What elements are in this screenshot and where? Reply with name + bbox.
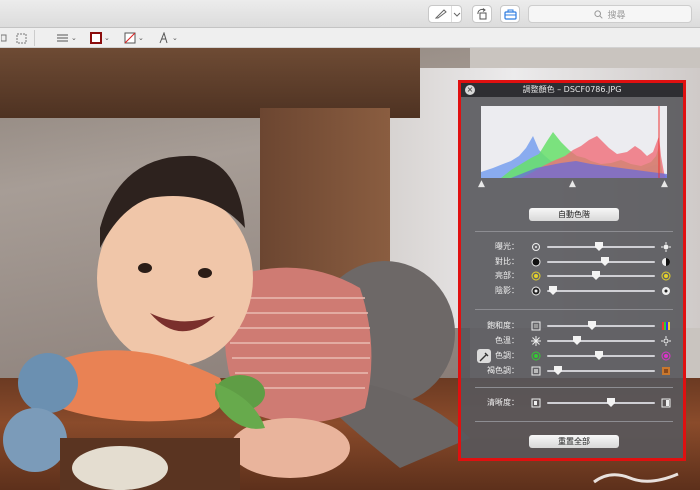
temperature-warm-icon (661, 336, 671, 346)
tint-slider-row: 色調： (461, 349, 683, 363)
shadows-slider[interactable] (547, 286, 655, 295)
chevron-down-icon: ⌄ (71, 34, 77, 42)
toolbox-icon (504, 9, 517, 20)
chevron-down-icon[interactable] (451, 6, 461, 22)
search-placeholder: 搜尋 (607, 10, 626, 21)
exposure-low-icon (532, 243, 540, 251)
saturation-slider-row: 飽和度： (461, 319, 683, 333)
markup-pen-button[interactable] (428, 5, 462, 23)
window-toolbar: 搜尋 (0, 0, 700, 28)
markup-toolbar-toggle[interactable] (500, 5, 520, 23)
shapes-icon (1, 34, 7, 42)
temperature-slider-row: 色溫： (461, 334, 683, 348)
panel-title: 調整顏色 – DSCF0786.JPG (461, 83, 683, 97)
saturation-slider[interactable] (547, 321, 655, 330)
chevron-down-icon: ⌄ (138, 34, 144, 42)
contrast-high-icon (662, 258, 670, 266)
temperature-label: 色溫： (495, 336, 519, 345)
sepia-slider[interactable] (547, 366, 655, 375)
temperature-slider[interactable] (547, 336, 655, 345)
crop-button[interactable] (16, 31, 27, 45)
histogram (481, 106, 667, 178)
sepia-slider-row: 褐色調： (461, 364, 683, 378)
divider (475, 387, 673, 388)
separator (34, 30, 35, 46)
adjust-color-panel: 調整顏色 – DSCF0786.JPG × ▲ ▲ ▲ 自動色階 曝光： 對比：… (458, 80, 686, 461)
shadows-low-icon (531, 286, 541, 296)
shadows-slider-row: 陰影： (461, 284, 683, 298)
line-style-button[interactable]: ⌄ (56, 31, 77, 45)
auto-levels-button[interactable]: 自動色階 (529, 208, 619, 221)
highlights-slider[interactable] (547, 271, 655, 280)
border-color-icon (90, 32, 102, 44)
sharpness-slider-row: 清晰度： (461, 396, 683, 410)
slider-thumb[interactable] (594, 242, 603, 251)
close-icon[interactable]: × (465, 85, 475, 95)
slider-thumb[interactable] (601, 257, 610, 266)
text-style-button[interactable]: ⌄ (158, 31, 178, 45)
search-field[interactable]: 搜尋 (528, 5, 692, 23)
midtone-handle[interactable]: ▲ (569, 179, 576, 189)
tint-label: 色調： (495, 351, 519, 360)
highlights-slider-row: 亮部： (461, 269, 683, 283)
sharpness-slider[interactable] (547, 398, 655, 407)
slider-thumb[interactable] (594, 351, 603, 360)
crop-icon (16, 33, 27, 43)
temperature-cool-icon (531, 336, 541, 346)
sharpness-low-icon (531, 398, 541, 408)
divider (475, 421, 673, 422)
search-icon (594, 9, 604, 19)
slider-thumb[interactable] (606, 398, 615, 407)
divider (475, 231, 673, 232)
pen-icon (435, 9, 447, 19)
contrast-label: 對比： (495, 257, 519, 266)
white-point-handle[interactable]: ▲ (661, 179, 668, 189)
markup-toolbar: ⌄ ⌄ ⌄ ⌄ (0, 28, 700, 48)
slider-thumb[interactable] (553, 366, 562, 375)
chevron-down-icon: ⌄ (172, 34, 178, 42)
fill-color-icon (124, 32, 136, 44)
sepia-low-icon (531, 366, 541, 376)
eyedropper-button[interactable] (477, 349, 491, 363)
rotate-button[interactable] (472, 5, 492, 23)
saturation-high-icon (662, 322, 670, 330)
shadows-high-icon (662, 287, 670, 295)
highlights-high-icon (661, 271, 671, 281)
slider-thumb[interactable] (549, 286, 558, 295)
exposure-label: 曝光： (495, 242, 519, 251)
slider-thumb[interactable] (588, 321, 597, 330)
contrast-slider[interactable] (547, 257, 655, 266)
slider-thumb[interactable] (591, 271, 600, 280)
saturation-label: 飽和度： (487, 321, 519, 330)
sharpness-label: 清晰度： (487, 398, 519, 407)
highlights-label: 亮部： (495, 271, 519, 280)
line-style-icon (57, 34, 68, 42)
eyedropper-icon (479, 352, 489, 362)
shapes-button[interactable] (1, 31, 7, 45)
chevron-down-icon: ⌄ (104, 34, 110, 42)
divider (475, 309, 673, 310)
highlights-low-icon (531, 271, 541, 281)
exposure-high-icon (661, 242, 671, 252)
contrast-slider-row: 對比： (461, 255, 683, 269)
tint-magenta-icon (661, 351, 671, 361)
fill-color-button[interactable]: ⌄ (124, 31, 144, 45)
text-style-icon (159, 32, 168, 44)
contrast-low-icon (531, 257, 541, 267)
black-point-handle[interactable]: ▲ (478, 179, 485, 189)
tint-green-icon (531, 351, 541, 361)
border-color-button[interactable]: ⌄ (90, 31, 110, 45)
exposure-slider-row: 曝光： (461, 240, 683, 254)
sepia-label: 褐色調： (487, 366, 519, 375)
rotate-icon (477, 8, 487, 20)
exposure-slider[interactable] (547, 242, 655, 251)
reset-all-button[interactable]: 重置全部 (529, 435, 619, 448)
saturation-low-icon (531, 321, 541, 331)
shadows-label: 陰影： (495, 286, 519, 295)
site-watermark (593, 472, 679, 484)
sepia-high-icon (662, 367, 670, 375)
sharpness-high-icon (661, 398, 671, 408)
tint-slider[interactable] (547, 351, 655, 360)
slider-thumb[interactable] (573, 336, 582, 345)
